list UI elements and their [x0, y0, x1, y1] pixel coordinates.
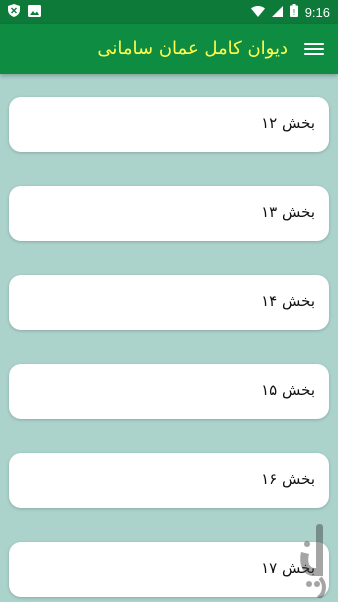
section-card[interactable]: بخش ۱۵ — [9, 364, 329, 419]
section-card[interactable]: بخش ۱۲ — [9, 97, 329, 152]
section-card[interactable]: بخش ۱۴ — [9, 275, 329, 330]
section-card[interactable]: بخش ۱۶ — [9, 453, 329, 508]
hamburger-menu-icon[interactable] — [304, 39, 324, 59]
section-card[interactable]: بخش ۱۳ — [9, 186, 329, 241]
signal-icon — [271, 5, 283, 20]
wifi-icon — [250, 5, 265, 20]
status-bar: ! 9:16 — [0, 0, 338, 24]
svg-text:!: ! — [293, 8, 295, 17]
section-label: بخش ۱۲ — [261, 114, 315, 132]
app-bar: دیوان کامل عمان سامانی — [0, 24, 338, 74]
image-notification-icon — [28, 4, 41, 20]
watermark-logo-icon — [298, 522, 328, 600]
clock-text: 9:16 — [304, 4, 330, 20]
section-label: بخش ۱۶ — [261, 470, 315, 488]
shield-notification-icon — [8, 4, 20, 20]
section-label: بخش ۱۳ — [261, 203, 315, 221]
section-label: بخش ۱۴ — [261, 292, 315, 310]
section-card[interactable]: بخش ۱۷ — [9, 542, 329, 597]
battery-icon: ! — [289, 4, 298, 20]
app-title: دیوان کامل عمان سامانی — [97, 38, 288, 59]
section-label: بخش ۱۵ — [261, 381, 315, 399]
